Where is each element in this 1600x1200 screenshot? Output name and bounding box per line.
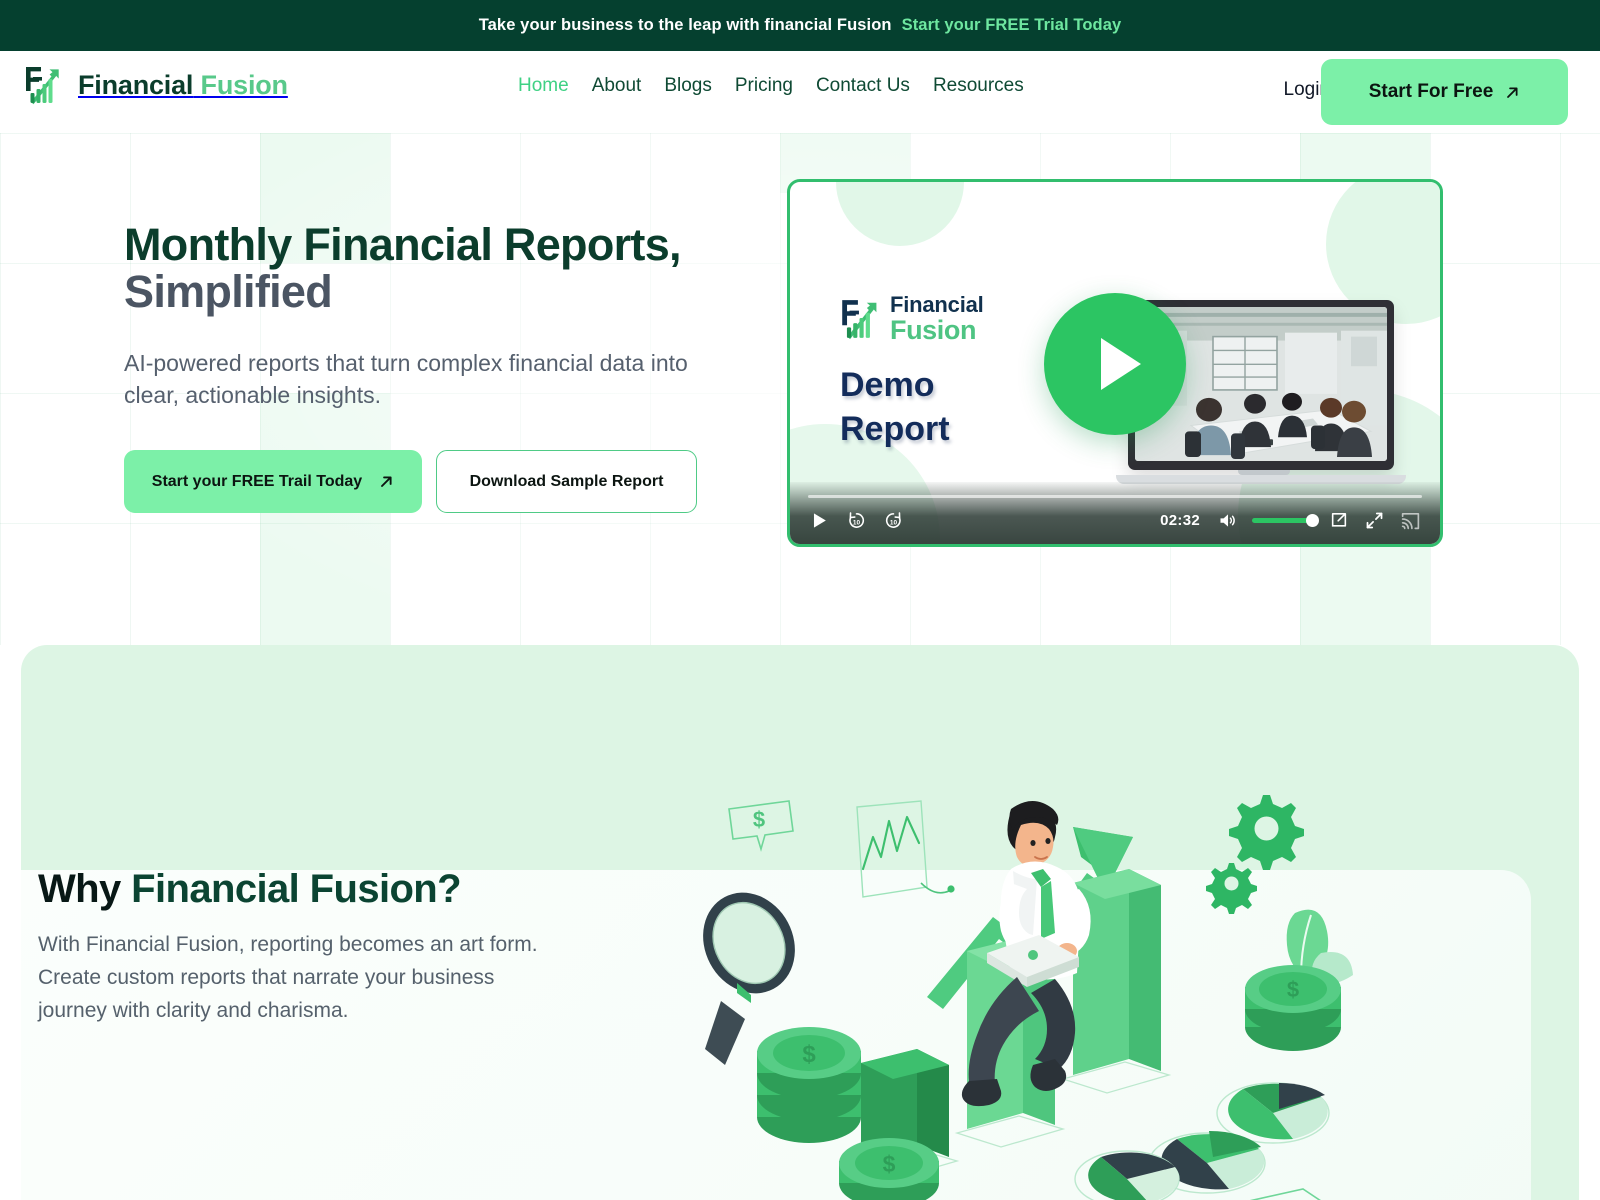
decorative-circle xyxy=(836,182,964,246)
business-analytics-illustration: $ $ $ $ xyxy=(703,795,1353,1200)
start-free-trial-button[interactable]: Start your FREE Trail Today xyxy=(124,450,422,513)
why-heading-part-1: Why xyxy=(38,867,132,911)
video-play-overlay-button[interactable] xyxy=(1044,293,1186,435)
nav-item-contact-us[interactable]: Contact Us xyxy=(816,75,910,97)
play-button[interactable] xyxy=(808,509,831,532)
financial-fusion-logo-icon xyxy=(26,67,59,105)
hero-subheading: AI-powered reports that turn complex fin… xyxy=(124,349,688,408)
arrow-up-right-icon xyxy=(381,476,392,487)
why-paragraph: With Financial Fusion, reporting becomes… xyxy=(38,933,538,1023)
line-chart-panel xyxy=(856,800,955,898)
hero-heading: Monthly Financial Reports, Simplified xyxy=(124,219,744,317)
site-header: Financial Fusion Home About Blogs Pricin… xyxy=(0,51,1600,133)
svg-text:$: $ xyxy=(1287,977,1299,1002)
video-brand-wordmark: Financial Fusion xyxy=(890,294,984,344)
why-financial-fusion-section: Why Financial Fusion? With Financial Fus… xyxy=(21,645,1579,1200)
video-progress-bar[interactable] xyxy=(808,495,1422,498)
start-for-free-button[interactable]: Start For Free xyxy=(1321,59,1568,125)
video-timestamp: 02:32 xyxy=(1160,511,1200,529)
dollar-speech-bubble-icon: $ xyxy=(728,800,794,852)
svg-text:$: $ xyxy=(753,807,765,832)
gear-icon-large xyxy=(1229,795,1304,870)
announcement-cta-link[interactable]: Start your FREE Trial Today xyxy=(902,16,1122,35)
hero-copy: Monthly Financial Reports, Simplified AI… xyxy=(124,219,744,412)
pie-chart-lower xyxy=(1074,1150,1180,1200)
nav-item-about[interactable]: About xyxy=(592,75,642,97)
hero-heading-line-1: Monthly Financial Reports, xyxy=(124,219,682,270)
brand-logo[interactable]: Financial Fusion xyxy=(22,63,288,107)
volume-slider-knob[interactable] xyxy=(1306,513,1319,527)
why-copy: Why Financial Fusion? With Financial Fus… xyxy=(38,867,568,1028)
video-controls-bar: 10 10 02:32 xyxy=(790,482,1440,544)
announcement-bar: Take your business to the leap with fina… xyxy=(0,0,1600,51)
play-icon xyxy=(1101,338,1141,390)
why-heading-part-2: Financial Fusion? xyxy=(131,867,461,911)
nav-item-resources[interactable]: Resources xyxy=(933,75,1024,97)
coin-stack-bottom: $ xyxy=(839,1138,939,1200)
start-for-free-label: Start For Free xyxy=(1368,81,1494,102)
volume-slider[interactable] xyxy=(1252,513,1319,527)
fullscreen-icon[interactable] xyxy=(1363,509,1386,532)
cast-icon[interactable] xyxy=(1399,509,1422,532)
start-free-trial-label: Start your FREE Trail Today xyxy=(151,472,363,490)
landing-page: Take your business to the leap with fina… xyxy=(0,0,1600,1200)
download-sample-report-button[interactable]: Download Sample Report xyxy=(436,450,697,513)
brand-wordmark: Financial Fusion xyxy=(78,70,288,101)
svg-text:$: $ xyxy=(883,1151,896,1177)
rewind-10-icon[interactable]: 10 xyxy=(845,509,868,532)
video-controls-right: 02:32 xyxy=(1160,509,1422,532)
main-navigation: Home About Blogs Pricing Contact Us Reso… xyxy=(518,75,1024,97)
hero-heading-line-2: Simplified xyxy=(124,265,333,317)
svg-text:$: $ xyxy=(802,1041,816,1068)
volume-high-icon[interactable] xyxy=(1216,509,1239,532)
percent-tag-icon: % xyxy=(1249,1188,1321,1200)
nav-item-home[interactable]: Home xyxy=(518,75,569,97)
video-brand-logo: Financial Fusion xyxy=(838,294,984,344)
video-title-line-2: Report xyxy=(840,409,950,448)
svg-text:10: 10 xyxy=(853,519,861,526)
video-controls-left: 10 10 xyxy=(808,509,905,532)
nav-item-pricing[interactable]: Pricing xyxy=(735,75,793,97)
why-heading: Why Financial Fusion? xyxy=(38,867,568,911)
video-title: Demo Report xyxy=(840,364,950,451)
hero-actions: Start your FREE Trail Today Download Sam… xyxy=(124,450,697,513)
financial-fusion-logo-icon xyxy=(842,300,877,340)
video-brand-secondary: Fusion xyxy=(890,315,977,345)
forward-10-icon[interactable]: 10 xyxy=(882,509,905,532)
picture-in-picture-icon[interactable] xyxy=(1327,509,1350,532)
video-title-line-1: Demo xyxy=(840,366,935,404)
brand-name-secondary: Fusion xyxy=(200,69,288,100)
announcement-text: Take your business to the leap with fina… xyxy=(478,16,892,34)
coin-stack-right: $ xyxy=(1245,965,1341,1051)
svg-text:10: 10 xyxy=(890,519,898,526)
video-brand-primary: Financial xyxy=(890,292,984,317)
coin-stack-left: $ xyxy=(757,1027,861,1143)
arrow-up-right-icon xyxy=(1507,86,1518,98)
nav-item-blogs[interactable]: Blogs xyxy=(664,75,712,97)
brand-name-primary: Financial xyxy=(78,69,194,100)
gear-icon-small xyxy=(1206,863,1257,914)
